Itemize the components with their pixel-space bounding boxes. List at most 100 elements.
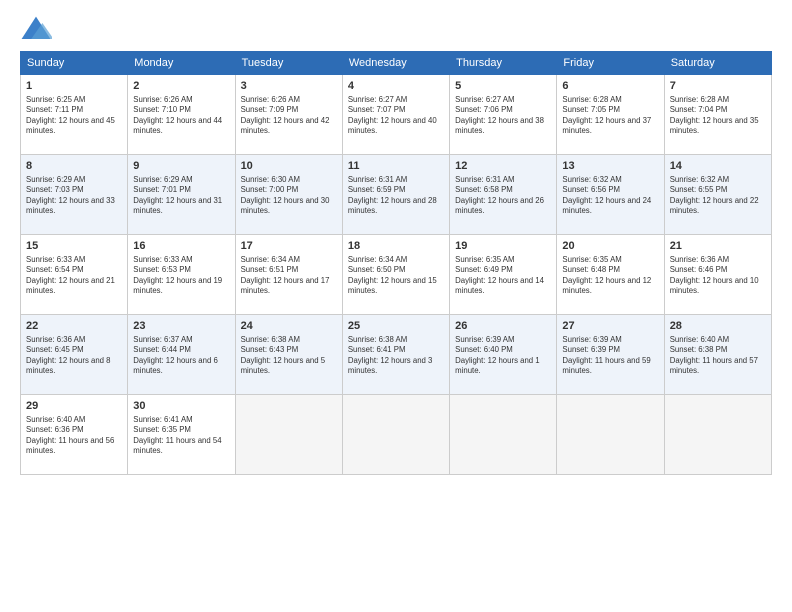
- day-number: 24: [241, 319, 337, 334]
- day-number: 30: [133, 399, 229, 414]
- day-info: Sunrise: 6:34 AMSunset: 6:50 PMDaylight:…: [348, 255, 444, 297]
- calendar-day-cell: 3Sunrise: 6:26 AMSunset: 7:09 PMDaylight…: [235, 75, 342, 155]
- logo: [20, 15, 56, 43]
- logo-icon: [20, 15, 52, 43]
- day-info: Sunrise: 6:31 AMSunset: 6:59 PMDaylight:…: [348, 175, 444, 217]
- calendar-day-cell: 2Sunrise: 6:26 AMSunset: 7:10 PMDaylight…: [128, 75, 235, 155]
- day-number: 7: [670, 79, 766, 94]
- calendar-day-cell: 29Sunrise: 6:40 AMSunset: 6:36 PMDayligh…: [21, 395, 128, 475]
- calendar-day-header: Monday: [128, 52, 235, 75]
- calendar-day-header: Sunday: [21, 52, 128, 75]
- calendar-day-header: Wednesday: [342, 52, 449, 75]
- calendar-week-row: 8Sunrise: 6:29 AMSunset: 7:03 PMDaylight…: [21, 155, 772, 235]
- calendar-day-cell: 21Sunrise: 6:36 AMSunset: 6:46 PMDayligh…: [664, 235, 771, 315]
- day-number: 1: [26, 79, 122, 94]
- calendar-day-cell: 28Sunrise: 6:40 AMSunset: 6:38 PMDayligh…: [664, 315, 771, 395]
- day-number: 18: [348, 239, 444, 254]
- day-number: 11: [348, 159, 444, 174]
- day-number: 19: [455, 239, 551, 254]
- calendar-day-cell: 17Sunrise: 6:34 AMSunset: 6:51 PMDayligh…: [235, 235, 342, 315]
- day-number: 20: [562, 239, 658, 254]
- calendar-day-cell: 30Sunrise: 6:41 AMSunset: 6:35 PMDayligh…: [128, 395, 235, 475]
- calendar-day-cell: 23Sunrise: 6:37 AMSunset: 6:44 PMDayligh…: [128, 315, 235, 395]
- calendar-day-cell: 7Sunrise: 6:28 AMSunset: 7:04 PMDaylight…: [664, 75, 771, 155]
- day-info: Sunrise: 6:30 AMSunset: 7:00 PMDaylight:…: [241, 175, 337, 217]
- calendar-day-header: Friday: [557, 52, 664, 75]
- day-number: 14: [670, 159, 766, 174]
- calendar-day-cell: 4Sunrise: 6:27 AMSunset: 7:07 PMDaylight…: [342, 75, 449, 155]
- calendar-week-row: 15Sunrise: 6:33 AMSunset: 6:54 PMDayligh…: [21, 235, 772, 315]
- day-info: Sunrise: 6:27 AMSunset: 7:06 PMDaylight:…: [455, 95, 551, 137]
- day-number: 13: [562, 159, 658, 174]
- calendar-day-cell: 22Sunrise: 6:36 AMSunset: 6:45 PMDayligh…: [21, 315, 128, 395]
- day-number: 25: [348, 319, 444, 334]
- calendar-day-header: Tuesday: [235, 52, 342, 75]
- day-info: Sunrise: 6:35 AMSunset: 6:48 PMDaylight:…: [562, 255, 658, 297]
- calendar-table: SundayMondayTuesdayWednesdayThursdayFrid…: [20, 51, 772, 475]
- calendar-empty-cell: [235, 395, 342, 475]
- calendar-day-cell: 27Sunrise: 6:39 AMSunset: 6:39 PMDayligh…: [557, 315, 664, 395]
- day-number: 5: [455, 79, 551, 94]
- day-number: 10: [241, 159, 337, 174]
- day-number: 17: [241, 239, 337, 254]
- calendar-day-cell: 18Sunrise: 6:34 AMSunset: 6:50 PMDayligh…: [342, 235, 449, 315]
- calendar-day-cell: 5Sunrise: 6:27 AMSunset: 7:06 PMDaylight…: [450, 75, 557, 155]
- day-number: 29: [26, 399, 122, 414]
- day-number: 8: [26, 159, 122, 174]
- calendar-empty-cell: [557, 395, 664, 475]
- calendar-week-row: 22Sunrise: 6:36 AMSunset: 6:45 PMDayligh…: [21, 315, 772, 395]
- day-number: 23: [133, 319, 229, 334]
- day-info: Sunrise: 6:29 AMSunset: 7:01 PMDaylight:…: [133, 175, 229, 217]
- day-number: 28: [670, 319, 766, 334]
- day-info: Sunrise: 6:31 AMSunset: 6:58 PMDaylight:…: [455, 175, 551, 217]
- calendar-day-cell: 6Sunrise: 6:28 AMSunset: 7:05 PMDaylight…: [557, 75, 664, 155]
- day-info: Sunrise: 6:26 AMSunset: 7:10 PMDaylight:…: [133, 95, 229, 137]
- day-number: 21: [670, 239, 766, 254]
- day-info: Sunrise: 6:32 AMSunset: 6:55 PMDaylight:…: [670, 175, 766, 217]
- day-number: 26: [455, 319, 551, 334]
- calendar-day-header: Saturday: [664, 52, 771, 75]
- header: [20, 15, 772, 43]
- day-info: Sunrise: 6:39 AMSunset: 6:40 PMDaylight:…: [455, 335, 551, 377]
- day-info: Sunrise: 6:32 AMSunset: 6:56 PMDaylight:…: [562, 175, 658, 217]
- calendar-day-cell: 14Sunrise: 6:32 AMSunset: 6:55 PMDayligh…: [664, 155, 771, 235]
- day-info: Sunrise: 6:40 AMSunset: 6:38 PMDaylight:…: [670, 335, 766, 377]
- day-info: Sunrise: 6:34 AMSunset: 6:51 PMDaylight:…: [241, 255, 337, 297]
- day-info: Sunrise: 6:36 AMSunset: 6:45 PMDaylight:…: [26, 335, 122, 377]
- calendar-day-header: Thursday: [450, 52, 557, 75]
- day-number: 2: [133, 79, 229, 94]
- calendar-empty-cell: [342, 395, 449, 475]
- day-info: Sunrise: 6:38 AMSunset: 6:43 PMDaylight:…: [241, 335, 337, 377]
- calendar-day-cell: 11Sunrise: 6:31 AMSunset: 6:59 PMDayligh…: [342, 155, 449, 235]
- calendar-empty-cell: [450, 395, 557, 475]
- day-number: 27: [562, 319, 658, 334]
- calendar-day-cell: 12Sunrise: 6:31 AMSunset: 6:58 PMDayligh…: [450, 155, 557, 235]
- day-info: Sunrise: 6:33 AMSunset: 6:54 PMDaylight:…: [26, 255, 122, 297]
- day-number: 16: [133, 239, 229, 254]
- day-info: Sunrise: 6:28 AMSunset: 7:04 PMDaylight:…: [670, 95, 766, 137]
- day-info: Sunrise: 6:25 AMSunset: 7:11 PMDaylight:…: [26, 95, 122, 137]
- day-number: 6: [562, 79, 658, 94]
- calendar-day-cell: 26Sunrise: 6:39 AMSunset: 6:40 PMDayligh…: [450, 315, 557, 395]
- day-number: 12: [455, 159, 551, 174]
- day-info: Sunrise: 6:37 AMSunset: 6:44 PMDaylight:…: [133, 335, 229, 377]
- day-info: Sunrise: 6:33 AMSunset: 6:53 PMDaylight:…: [133, 255, 229, 297]
- day-number: 9: [133, 159, 229, 174]
- calendar-empty-cell: [664, 395, 771, 475]
- calendar-day-cell: 10Sunrise: 6:30 AMSunset: 7:00 PMDayligh…: [235, 155, 342, 235]
- calendar-week-row: 29Sunrise: 6:40 AMSunset: 6:36 PMDayligh…: [21, 395, 772, 475]
- day-info: Sunrise: 6:35 AMSunset: 6:49 PMDaylight:…: [455, 255, 551, 297]
- calendar-day-cell: 16Sunrise: 6:33 AMSunset: 6:53 PMDayligh…: [128, 235, 235, 315]
- day-info: Sunrise: 6:36 AMSunset: 6:46 PMDaylight:…: [670, 255, 766, 297]
- calendar-day-cell: 24Sunrise: 6:38 AMSunset: 6:43 PMDayligh…: [235, 315, 342, 395]
- day-info: Sunrise: 6:40 AMSunset: 6:36 PMDaylight:…: [26, 415, 122, 457]
- calendar-day-cell: 15Sunrise: 6:33 AMSunset: 6:54 PMDayligh…: [21, 235, 128, 315]
- day-number: 3: [241, 79, 337, 94]
- calendar-day-cell: 1Sunrise: 6:25 AMSunset: 7:11 PMDaylight…: [21, 75, 128, 155]
- day-info: Sunrise: 6:39 AMSunset: 6:39 PMDaylight:…: [562, 335, 658, 377]
- calendar-day-cell: 25Sunrise: 6:38 AMSunset: 6:41 PMDayligh…: [342, 315, 449, 395]
- calendar-day-cell: 13Sunrise: 6:32 AMSunset: 6:56 PMDayligh…: [557, 155, 664, 235]
- calendar-day-cell: 20Sunrise: 6:35 AMSunset: 6:48 PMDayligh…: [557, 235, 664, 315]
- calendar-day-cell: 8Sunrise: 6:29 AMSunset: 7:03 PMDaylight…: [21, 155, 128, 235]
- calendar-header-row: SundayMondayTuesdayWednesdayThursdayFrid…: [21, 52, 772, 75]
